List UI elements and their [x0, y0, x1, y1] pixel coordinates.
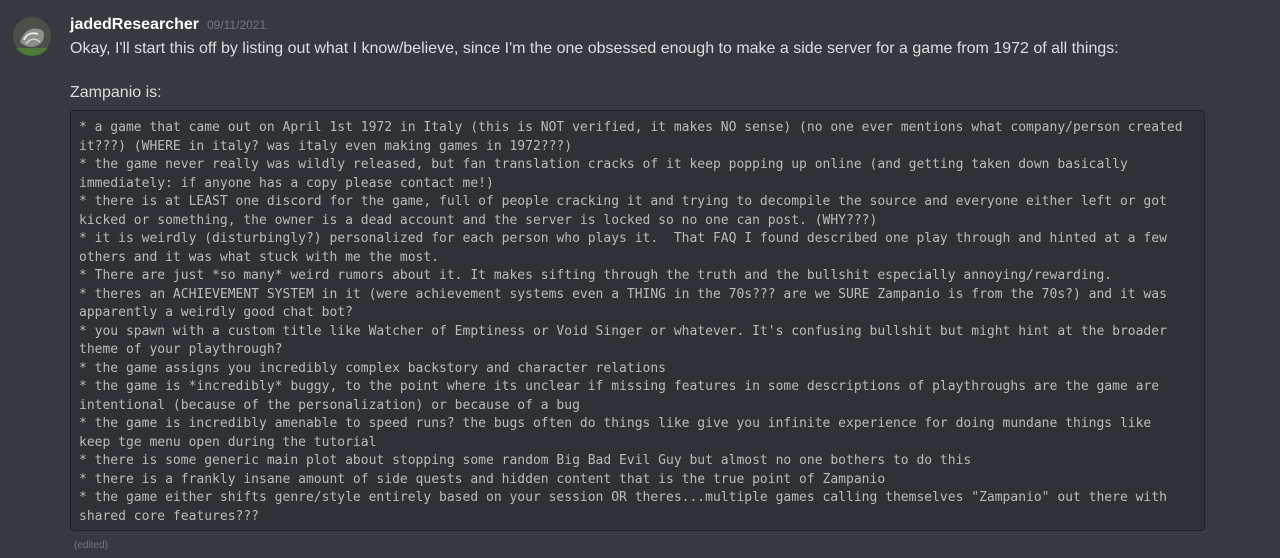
code-line: * the game never really was wildly relea… — [79, 157, 1128, 172]
code-line: immediately: if anyone has a copy please… — [79, 175, 494, 191]
code-line: * There are just *so many* weird rumors … — [79, 268, 1113, 283]
message-subheading: Zampanio is: — [70, 84, 162, 101]
message-header: jadedResearcher 09/11/2021 — [70, 16, 266, 38]
username[interactable]: jadedResearcher — [70, 16, 199, 34]
code-line: others and it was what stuck with me the… — [79, 249, 440, 265]
code-line: * there is a frankly insane amount of si… — [79, 471, 886, 487]
code-line: shared core features??? — [79, 508, 260, 524]
code-line: keep tge menu open during the tutorial — [79, 434, 377, 450]
code-block: * a game that came out on April 1st 1972… — [70, 110, 1205, 531]
chat-message: jadedResearcher 09/11/2021 Okay, I'll st… — [0, 0, 1280, 558]
message-intro-text: Okay, I'll start this off by listing out… — [70, 40, 1119, 57]
code-line: theme of your playthrough? — [79, 342, 283, 357]
code-line: * the game is incredibly amenable to spe… — [79, 416, 1152, 431]
code-line: it???) (WHERE in italy? was italy even m… — [79, 138, 573, 154]
code-line: apparently a weirdly good chat bot? — [79, 305, 353, 320]
avatar[interactable] — [12, 16, 52, 56]
code-line: * the game assigns you incredibly comple… — [79, 360, 666, 376]
code-line: * you spawn with a custom title like Wat… — [79, 323, 1167, 339]
code-line: * a game that came out on April 1st 1972… — [79, 120, 1183, 135]
edited-label: (edited) — [74, 540, 108, 551]
code-line: * the game either shifts genre/style ent… — [79, 490, 1167, 505]
code-line: * theres an ACHIEVEMENT SYSTEM in it (we… — [79, 286, 1167, 302]
avatar-image — [12, 16, 52, 56]
code-line: * the game is *incredibly* buggy, to the… — [79, 379, 1160, 394]
code-line: * there is some generic main plot about … — [79, 453, 972, 468]
code-line: intentional (because of the personalizat… — [79, 397, 580, 413]
code-line: * there is at LEAST one discord for the … — [79, 194, 1167, 209]
code-line: kicked or something, the owner is a dead… — [79, 212, 878, 228]
code-line: * it is weirdly (disturbingly?) personal… — [79, 231, 1167, 246]
timestamp[interactable]: 09/11/2021 — [207, 18, 266, 32]
